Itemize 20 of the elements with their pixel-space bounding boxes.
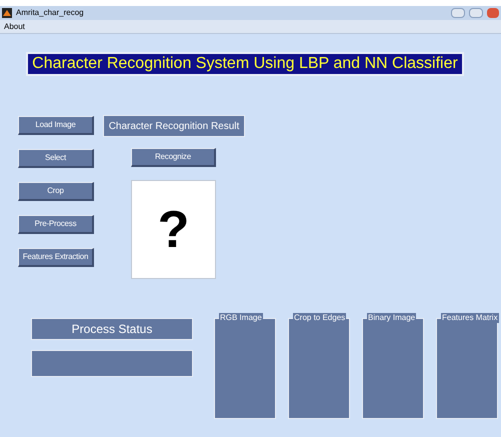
title-banner: Character Recognition System Using LBP and NN Classifier xyxy=(26,52,464,76)
app-icon xyxy=(2,8,12,18)
panel-title: Binary Image xyxy=(367,313,416,323)
panel-title: RGB Image xyxy=(219,313,263,323)
panel-title: Crop to Edges xyxy=(293,313,346,323)
status-label: Process Status xyxy=(31,318,193,340)
action-button[interactable]: Crop xyxy=(18,182,94,201)
window-title: Amrita_char_recog xyxy=(16,7,84,19)
minimize-button[interactable] xyxy=(451,8,465,18)
action-button[interactable]: Pre-Process xyxy=(18,215,94,234)
result-label: Character Recognition Result xyxy=(103,115,245,137)
panel-title: Features Matrix xyxy=(441,313,499,323)
close-button[interactable] xyxy=(487,8,499,18)
action-button[interactable]: Select xyxy=(18,149,94,168)
recognize-button[interactable]: Recognize xyxy=(131,148,216,167)
action-button[interactable]: Features Extraction xyxy=(18,248,94,267)
menu-item[interactable]: About xyxy=(4,20,25,32)
action-button[interactable]: Load Image xyxy=(18,116,94,135)
result-character: ? xyxy=(158,204,190,256)
maximize-button[interactable] xyxy=(469,8,483,18)
